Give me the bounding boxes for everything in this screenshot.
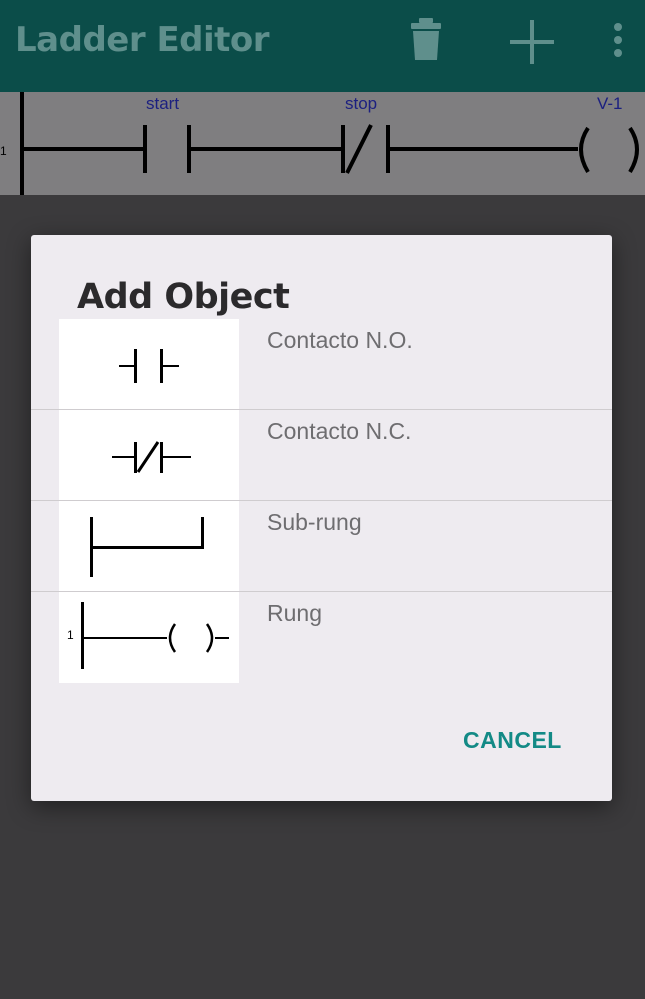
option-normally-open-contact[interactable]: Contacto N.O. — [31, 319, 612, 410]
option-icon-box — [59, 410, 239, 501]
normally-open-contact-icon — [119, 349, 179, 383]
option-icon-box — [59, 501, 239, 592]
dialog-title: Add Object — [77, 277, 290, 317]
rung-icon — [81, 602, 229, 669]
normally-closed-contact-icon — [112, 441, 191, 473]
option-label: Rung — [267, 600, 322, 626]
option-label: Contacto N.C. — [267, 418, 412, 444]
option-rung[interactable]: 1 Rung — [31, 592, 612, 683]
contact-label-start: start — [146, 94, 180, 113]
option-icon-box — [59, 319, 239, 410]
rung-number: 1 — [0, 144, 7, 158]
app-title: Ladder Editor — [15, 20, 270, 60]
option-label: Contacto N.O. — [267, 327, 413, 353]
ladder-rung-diagram — [20, 92, 639, 195]
trash-icon — [411, 18, 441, 60]
add-button[interactable] — [504, 12, 560, 72]
rung-icon-number: 1 — [67, 628, 74, 642]
plus-icon — [510, 20, 554, 64]
delete-button[interactable] — [398, 12, 454, 72]
overflow-menu-button[interactable] — [598, 12, 638, 72]
option-label: Sub-rung — [267, 509, 362, 535]
sub-rung-icon — [90, 517, 204, 577]
cancel-button[interactable]: CANCEL — [463, 727, 562, 754]
coil-label: V-1 — [597, 94, 623, 113]
app-bar: Ladder Editor — [0, 0, 645, 92]
more-vert-icon — [614, 23, 622, 57]
contact-label-stop: stop — [345, 94, 378, 113]
option-normally-closed-contact[interactable]: Contacto N.C. — [31, 410, 612, 501]
ladder-canvas[interactable]: 1 start stop V-1 — [0, 92, 645, 195]
option-sub-rung[interactable]: Sub-rung — [31, 501, 612, 592]
option-icon-box: 1 — [59, 592, 239, 683]
add-object-dialog: Add Object Contacto N.O. Contacto N.C. S… — [31, 235, 612, 801]
